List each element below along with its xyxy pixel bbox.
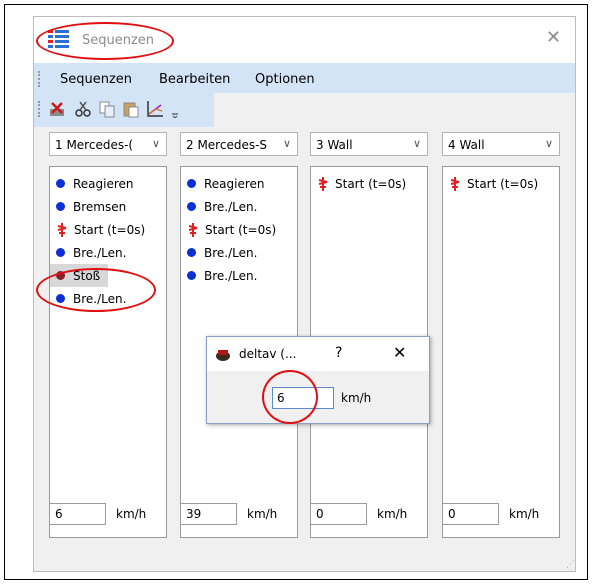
list-item[interactable]: Bremsen (50, 195, 166, 218)
overflow-icon[interactable] (170, 100, 180, 118)
resize-grip-icon[interactable]: ⋰ (566, 560, 591, 582)
list-item-label: Stoß (73, 268, 101, 283)
event-dot-icon (56, 248, 65, 257)
event-dot-icon (187, 248, 196, 257)
object-dropdown[interactable]: 4 Wall ∨ (442, 132, 560, 156)
menu-bar: Sequenzen Bearbeiten Optionen (34, 63, 575, 93)
unit-label: km/h (377, 507, 408, 521)
dropdown-value: 1 Mercedes-( (55, 138, 134, 152)
cut-icon[interactable] (74, 100, 92, 118)
deltav-input[interactable]: 6 (272, 387, 334, 409)
list-item[interactable]: Stoß (50, 264, 108, 287)
list-item-label: Bre./Len. (73, 291, 127, 306)
list-item[interactable]: Reagieren (181, 172, 297, 195)
event-dot-icon (187, 179, 196, 188)
app-icon (216, 350, 230, 361)
list-item-label: Bre./Len. (204, 245, 258, 260)
unit-label: km/h (247, 507, 278, 521)
toolbar (34, 93, 214, 127)
list-item-label: Start (t=0s) (205, 222, 277, 237)
list-item[interactable]: Bre./Len. (181, 264, 297, 287)
dialog-title-bar: deltav (... ? ✕ (207, 337, 429, 371)
menu-sequenzen[interactable]: Sequenzen (60, 72, 132, 87)
list-item[interactable]: Bre./Len. (181, 241, 297, 264)
event-dot-icon (56, 271, 65, 280)
toolbar-grip-icon[interactable] (38, 101, 43, 117)
list-item-label: Bre./Len. (204, 268, 258, 283)
chart-icon[interactable] (146, 100, 164, 118)
object-dropdown[interactable]: 2 Mercedes-S ∨ (180, 132, 298, 156)
dropdown-value: 4 Wall (448, 138, 485, 152)
event-dot-icon (56, 202, 65, 211)
dropdown-value: 3 Wall (316, 138, 353, 152)
list-item-label: Reagieren (204, 176, 265, 191)
list-item[interactable]: Reagieren (50, 172, 166, 195)
list-item[interactable]: Start (t=0s) (181, 218, 297, 241)
list-item-label: Bremsen (73, 199, 127, 214)
unit-label: km/h (116, 507, 147, 521)
list-item[interactable]: Start (t=0s) (443, 172, 559, 195)
start-marker-icon (188, 222, 198, 237)
chevron-down-icon: ∨ (282, 137, 291, 150)
window-title: Sequenzen (82, 33, 155, 48)
velocity-input[interactable]: 6 (49, 503, 106, 525)
event-dot-icon (56, 294, 65, 303)
list-item[interactable]: Start (t=0s) (50, 218, 166, 241)
event-dot-icon (56, 179, 65, 188)
chevron-down-icon: ∨ (151, 137, 160, 150)
dialog-title: deltav (... (239, 347, 297, 361)
start-marker-icon (318, 176, 328, 191)
list-item-label: Start (t=0s) (467, 176, 539, 191)
delete-icon[interactable] (48, 100, 66, 118)
start-marker-icon (450, 176, 460, 191)
list-item[interactable]: Bre./Len. (181, 195, 297, 218)
help-icon[interactable]: ? (335, 345, 342, 361)
velocity-input[interactable]: 0 (310, 503, 367, 525)
menu-bearbeiten[interactable]: Bearbeiten (159, 72, 230, 87)
list-item-label: Bre./Len. (73, 245, 127, 260)
menu-grip-icon[interactable] (38, 71, 43, 87)
velocity-input[interactable]: 39 (180, 503, 237, 525)
close-icon[interactable]: ✕ (393, 343, 406, 362)
chevron-down-icon: ∨ (544, 137, 553, 150)
start-marker-icon (57, 222, 67, 237)
event-dot-icon (187, 202, 196, 211)
close-icon[interactable]: ✕ (546, 27, 561, 48)
event-dot-icon (187, 271, 196, 280)
unit-label: km/h (509, 507, 540, 521)
list-item[interactable]: Bre./Len. (50, 287, 166, 310)
menu-optionen[interactable]: Optionen (255, 72, 315, 87)
chevron-down-icon: ∨ (412, 137, 421, 150)
list-item-label: Bre./Len. (204, 199, 258, 214)
sequence-list[interactable]: Start (t=0s) (442, 166, 560, 538)
list-item-label: Start (t=0s) (335, 176, 407, 191)
deltav-dialog: deltav (... ? ✕ 6 km/h (206, 336, 430, 424)
list-item-label: Start (t=0s) (74, 222, 146, 237)
dropdown-value: 2 Mercedes-S (186, 138, 268, 152)
sequence-list[interactable]: Reagieren Bremsen Start (t=0s) Bre./Len. Sto… (49, 166, 167, 538)
object-dropdown[interactable]: 1 Mercedes-( ∨ (49, 132, 167, 156)
title-bar: Sequenzen ✕ (34, 17, 575, 63)
paste-icon[interactable] (122, 100, 140, 118)
unit-label: km/h (341, 391, 372, 405)
sequence-list-icon (48, 30, 69, 48)
list-item[interactable]: Start (t=0s) (311, 172, 427, 195)
list-item-label: Reagieren (73, 176, 134, 191)
object-dropdown[interactable]: 3 Wall ∨ (310, 132, 428, 156)
list-item[interactable]: Bre./Len. (50, 241, 166, 264)
velocity-input[interactable]: 0 (442, 503, 499, 525)
copy-icon[interactable] (98, 100, 116, 118)
